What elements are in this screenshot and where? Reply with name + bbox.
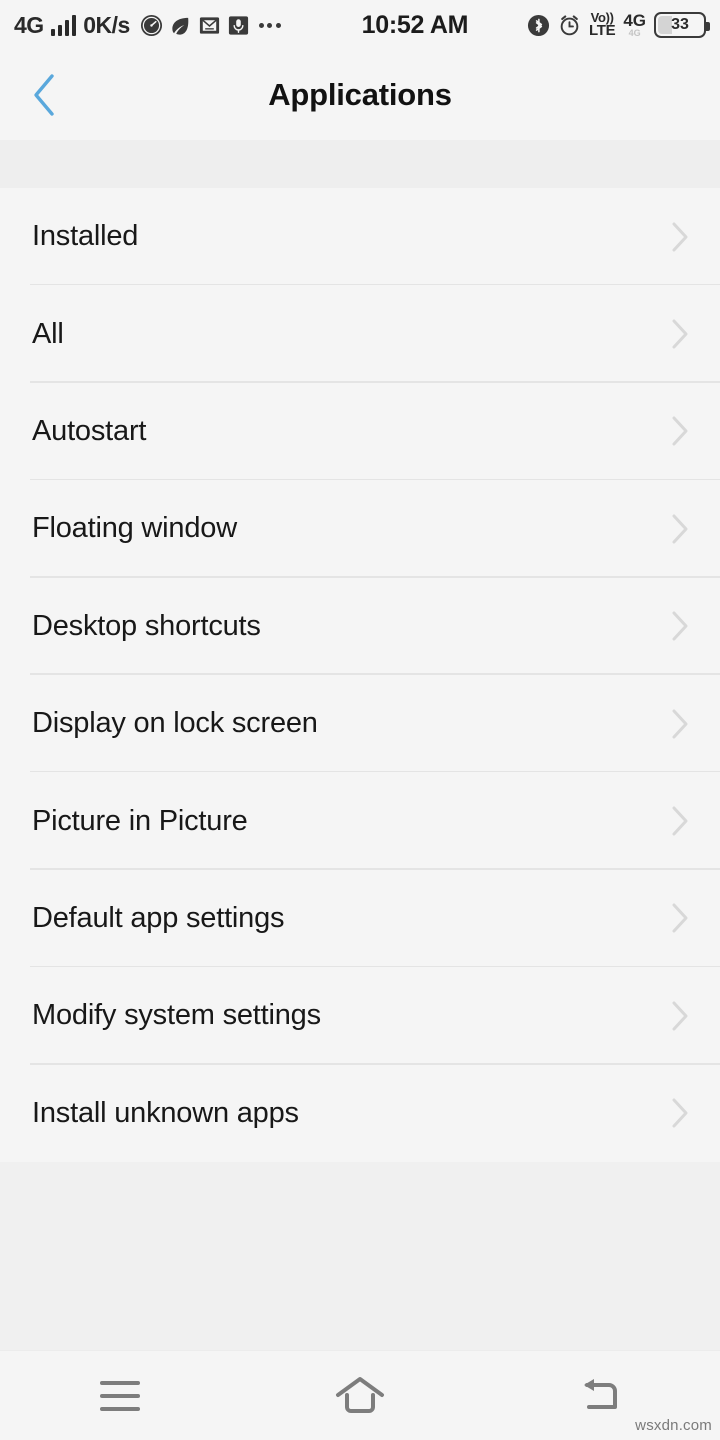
system-navigation-bar [0, 1350, 720, 1440]
chevron-right-icon [672, 222, 688, 252]
speedometer-icon [140, 14, 162, 36]
leaf-icon [172, 17, 189, 35]
phone-screen: 4G 0K/s 10:52 AM Vo)) LTE 4G 4G 33 Appli… [0, 0, 720, 1440]
home-icon [336, 1376, 384, 1413]
signal-strength-icon [50, 14, 77, 36]
chevron-right-icon [672, 709, 688, 739]
list-item-chevron[interactable] [640, 217, 720, 257]
list-item-label: Installed [32, 220, 139, 253]
list-item[interactable]: Floating window [0, 480, 720, 578]
mail-icon [199, 16, 219, 34]
overflow-dots-icon [258, 22, 281, 28]
status-bar-left: 4G 0K/s [14, 12, 281, 39]
alarm-clock-icon [560, 14, 579, 35]
list-item-label: Default app settings [32, 901, 285, 934]
chevron-right-icon [672, 416, 688, 446]
battery-icon: 33 [654, 12, 710, 38]
list-item-label: Desktop shortcuts [32, 609, 261, 642]
chevron-right-icon [672, 514, 688, 544]
microphone-icon [228, 15, 248, 35]
chevron-right-icon [672, 319, 688, 349]
list-item[interactable]: Display on lock screen [0, 674, 720, 773]
battery-level-label: 33 [671, 16, 689, 33]
list-item-chevron[interactable] [640, 606, 720, 646]
app-header: Applications [0, 50, 720, 140]
list-item-label: Picture in Picture [32, 804, 248, 837]
list-item-chevron[interactable] [640, 704, 720, 744]
list-item-label: Autostart [32, 414, 147, 447]
list-item-chevron[interactable] [640, 898, 720, 938]
sim-network-indicator: 4G 4G [623, 11, 646, 37]
list-item[interactable]: Desktop shortcuts [0, 577, 720, 675]
data-speed-label: 0K/s [83, 11, 130, 38]
list-item[interactable]: Default app settings [0, 869, 720, 968]
settings-list: Installed All Autostart Floating window Desk… [0, 188, 720, 1162]
list-item[interactable]: Picture in Picture [0, 772, 720, 870]
section-spacer [0, 140, 720, 188]
list-item-chevron[interactable] [640, 411, 720, 451]
header-back-button[interactable] [0, 50, 90, 140]
list-item-chevron[interactable] [640, 801, 720, 841]
list-item[interactable]: Install unknown apps [0, 1064, 720, 1162]
site-watermark: wsxdn.com [635, 1417, 712, 1434]
chevron-right-icon [672, 903, 688, 933]
list-item-label: All [32, 317, 64, 350]
status-bar: 4G 0K/s 10:52 AM Vo)) LTE 4G 4G 33 [0, 0, 720, 50]
chevron-left-icon [34, 74, 54, 116]
list-item-label: Floating window [32, 512, 237, 545]
chevron-right-icon [672, 1098, 688, 1128]
status-notification-icons [140, 14, 281, 37]
chevron-right-icon [672, 611, 688, 641]
battery-fill [658, 16, 672, 34]
bluetooth-icon [527, 14, 550, 36]
list-item-chevron[interactable] [640, 1093, 720, 1133]
list-item[interactable]: Installed [0, 188, 720, 286]
list-item-label: Install unknown apps [32, 1096, 299, 1129]
list-item[interactable]: Autostart [0, 382, 720, 481]
list-item-label: Modify system settings [32, 999, 321, 1032]
list-item-chevron[interactable] [640, 509, 720, 549]
back-arrow-icon [584, 1378, 617, 1409]
chevron-right-icon [672, 806, 688, 836]
status-bar-clock: 10:52 AM [361, 10, 469, 39]
list-item[interactable]: All [0, 285, 720, 383]
volte-line2: LTE [588, 22, 616, 40]
network-type-label: 4G [14, 11, 44, 38]
list-item-chevron[interactable] [640, 996, 720, 1036]
chevron-right-icon [672, 1001, 688, 1031]
list-item[interactable]: Modify system settings [0, 967, 720, 1065]
page-title: Applications [268, 77, 452, 112]
nav-home-button[interactable] [240, 1351, 480, 1440]
status-bar-right: Vo)) LTE 4G 4G 33 [527, 11, 710, 40]
list-item-chevron[interactable] [640, 314, 720, 354]
sim-network-label: 4G [623, 11, 646, 31]
nav-menu-button[interactable] [0, 1351, 240, 1440]
list-item-label: Display on lock screen [32, 707, 318, 740]
hamburger-menu-icon [100, 1380, 140, 1411]
volte-indicator: Vo)) LTE [588, 11, 616, 40]
